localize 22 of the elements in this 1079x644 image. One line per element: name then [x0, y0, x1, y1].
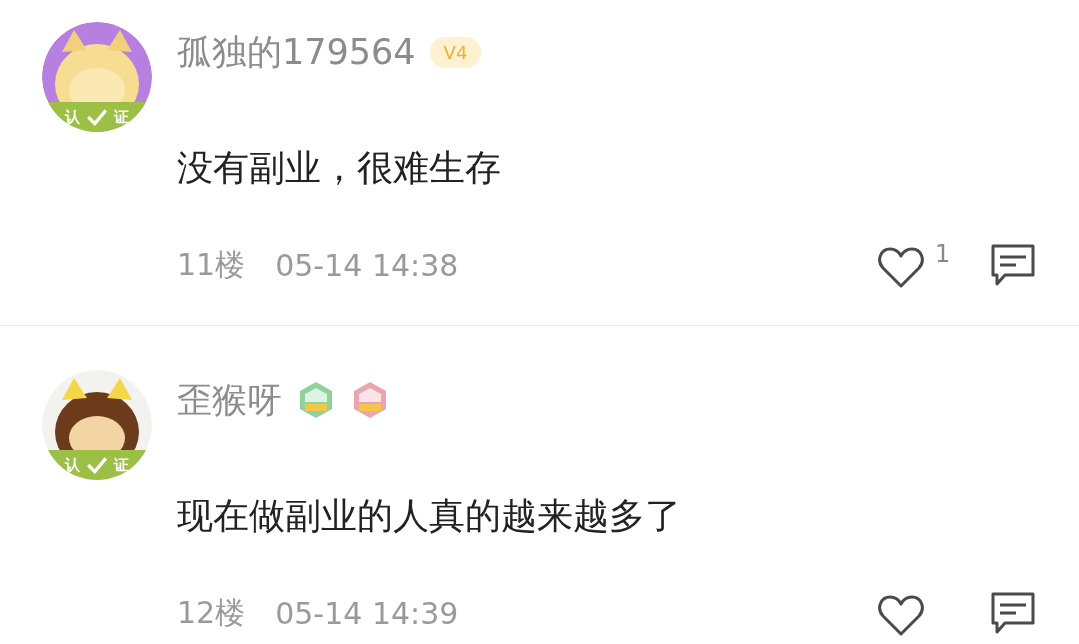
like-count: 1	[935, 240, 951, 268]
user-avatar[interactable]: 认 证	[42, 370, 152, 480]
check-icon	[86, 456, 108, 474]
user-name[interactable]: 孤独的179564	[177, 28, 416, 76]
floor-number: 12楼	[177, 593, 246, 632]
comment-time: 05-14 14:39	[275, 595, 459, 631]
comment-text: 没有副业，很难生存	[177, 146, 502, 190]
verified-label: 认	[65, 107, 80, 127]
comment-icon[interactable]	[989, 591, 1037, 635]
user-name[interactable]: 歪猴呀	[177, 376, 282, 424]
comment-time: 05-14 14:38	[275, 247, 459, 283]
comment-icon[interactable]	[989, 243, 1037, 287]
verified-label: 证	[114, 107, 129, 127]
check-icon	[86, 108, 108, 126]
verified-label: 证	[114, 455, 129, 475]
user-avatar[interactable]: 认 证	[42, 22, 152, 132]
floor-number: 11楼	[177, 245, 246, 284]
verified-label: 认	[65, 455, 80, 475]
like-icon[interactable]	[877, 594, 925, 638]
comment-text: 现在做副业的人真的越来越多了	[177, 494, 682, 538]
level-tag: V4	[429, 36, 482, 68]
like-icon[interactable]	[877, 246, 925, 290]
